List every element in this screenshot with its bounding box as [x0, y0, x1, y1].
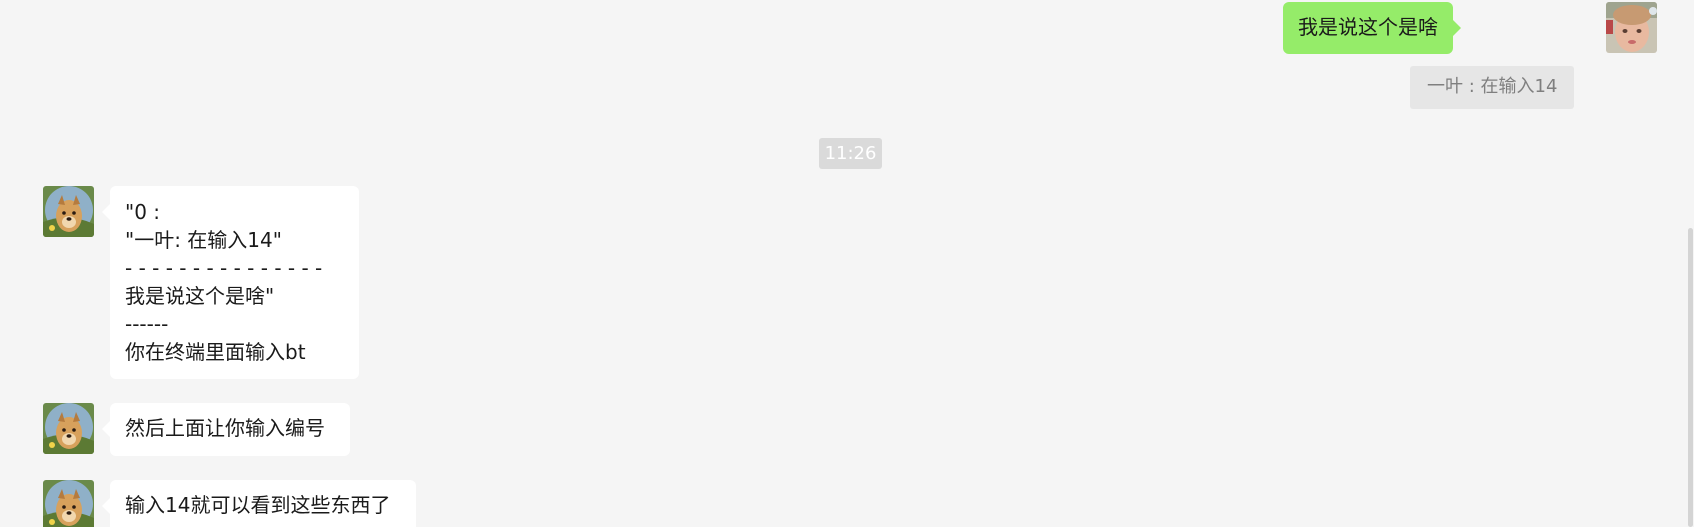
outgoing-message-bubble[interactable]: 我是说这个是啥 [1283, 2, 1461, 54]
quoted-message-text: 一叶 : 在输入14 [1427, 76, 1558, 97]
message-line: 然后上面让你输入编号 [125, 416, 325, 440]
message-line: 我是说这个是啥" [125, 284, 275, 308]
message-line: - - - - - - - - - - - - - - - [125, 256, 323, 280]
dog-avatar-icon [43, 403, 94, 454]
contact-avatar[interactable] [43, 403, 94, 454]
quoted-message[interactable]: 一叶 : 在输入14 [1410, 66, 1575, 109]
contact-avatar[interactable] [43, 186, 94, 237]
message-line: "0 : [125, 200, 161, 224]
portrait-avatar-icon [1606, 2, 1657, 53]
message-text: 我是说这个是啥 [1298, 15, 1438, 39]
message-line: 输入14就可以看到这些东西了 [125, 493, 391, 517]
incoming-message-bubble[interactable]: 然后上面让你输入编号 [102, 403, 350, 456]
chat-message-area: 我是说这个是啥 一叶 : 在输入14 11:26 "0: "一叶: 在输入14… [0, 0, 1694, 527]
timestamp-badge: 11:26 [819, 138, 882, 169]
contact-avatar[interactable] [43, 480, 94, 527]
incoming-message-bubble[interactable]: "0 : "一叶: 在输入14" - - - - - - - - - - - -… [102, 186, 359, 379]
message-line: ------ [125, 312, 169, 336]
self-avatar[interactable] [1606, 2, 1657, 53]
vertical-scrollbar[interactable] [1688, 228, 1693, 527]
message-line: "一叶: 在输入14" [125, 228, 282, 252]
message-line: 你在终端里面输入bt [125, 340, 306, 364]
incoming-message-bubble[interactable]: 输入14就可以看到这些东西了 [102, 480, 416, 527]
dog-avatar-icon [43, 186, 94, 237]
dog-avatar-icon [43, 480, 94, 527]
